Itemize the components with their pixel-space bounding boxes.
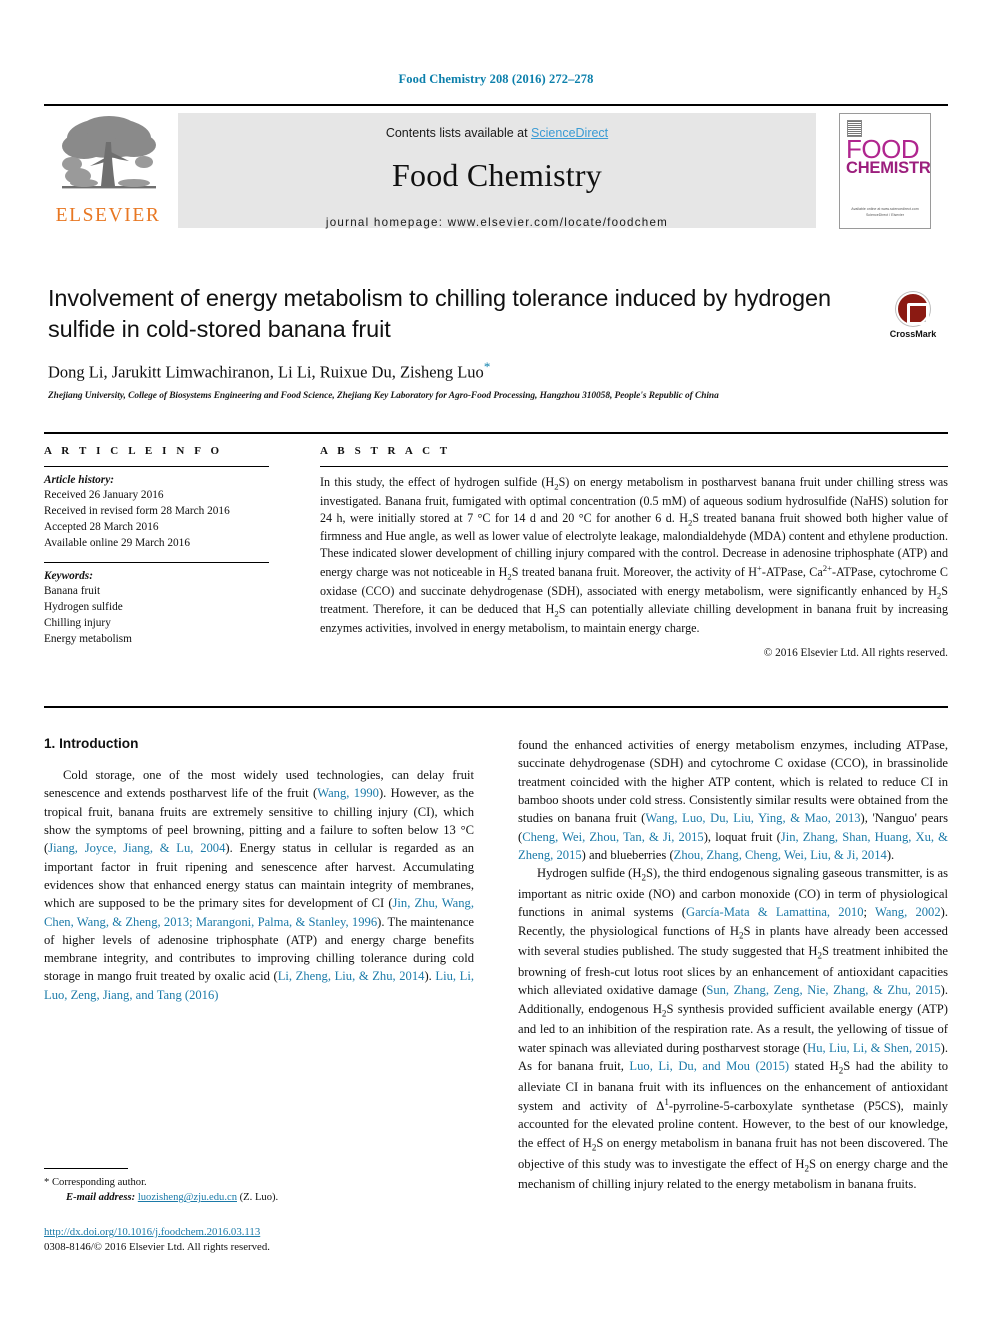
contents-prefix: Contents lists available at	[385, 126, 532, 140]
cover-footer-text: Available online at www.sciencedirect.co…	[851, 207, 919, 217]
body-column-right: found the enhanced activities of energy …	[518, 736, 948, 1194]
intro-paragraph-2: Hydrogen sulfide (H2S), the third endoge…	[518, 866, 949, 1192]
contents-list-line: Contents lists available at ScienceDirec…	[386, 126, 608, 140]
divider	[44, 562, 269, 564]
corresponding-author-note: * Corresponding author.	[44, 1175, 474, 1190]
keyword-item: Chilling injury	[44, 617, 111, 630]
corresponding-author-text: Corresponding author.	[51, 1177, 147, 1188]
elsevier-logo: ELSEVIER	[44, 106, 172, 236]
article-info-column: A R T I C L E I N F O Article history: R…	[44, 445, 287, 659]
keyword-item: Energy metabolism	[44, 633, 132, 646]
email-suffix: (Z. Luo).	[239, 1192, 279, 1204]
affiliation: Zhejiang University, College of Biosyste…	[48, 390, 719, 401]
email-note: E-mail address: luozisheng@zju.edu.cn (Z…	[44, 1190, 474, 1205]
elsevier-tree-logo-icon	[54, 112, 162, 204]
abstract-heading: A B S T R A C T	[320, 445, 451, 457]
abstract-column: A B S T R A C T In this study, the effec…	[287, 445, 948, 659]
masthead-center-panel: Contents lists available at ScienceDirec…	[178, 113, 816, 229]
cover-inner: FOOD CHEMISTRY Available online at www.s…	[839, 113, 931, 229]
keyword-item: Banana fruit	[44, 585, 101, 598]
corresponding-author-marker[interactable]: *	[484, 359, 491, 374]
article-history-item: Received in revised form 28 March 2016	[44, 505, 230, 518]
body-columns: 1. Introduction Cold storage, one of the…	[44, 736, 948, 1194]
crossmark-label: CrossMark	[889, 329, 937, 339]
doi-block: http://dx.doi.org/10.1016/j.foodchem.201…	[44, 1222, 474, 1255]
email-link[interactable]: luozisheng@zju.edu.cn	[138, 1192, 237, 1203]
keywords-label: Keywords:	[44, 570, 93, 583]
page-title: Involvement of energy metabolism to chil…	[48, 285, 831, 343]
keyword-item: Hydrogen sulfide	[44, 601, 123, 614]
journal-cover-thumbnail[interactable]: FOOD CHEMISTRY Available online at www.s…	[822, 106, 948, 236]
intro-paragraph-1-continued: found the enhanced activities of energy …	[518, 738, 948, 862]
info-abstract-section: A R T I C L E I N F O Article history: R…	[44, 432, 948, 659]
footnote-block: * Corresponding author. E-mail address: …	[44, 1168, 474, 1206]
article-info-heading: A R T I C L E I N F O	[44, 445, 223, 457]
footnote-marker: *	[44, 1177, 50, 1188]
article-history-label: Article history:	[44, 474, 114, 486]
elsevier-wordmark: ELSEVIER	[55, 205, 161, 226]
sciencedirect-link[interactable]: ScienceDirect	[531, 126, 608, 140]
author-names: Dong Li, Jarukitt Limwachiranon, Li Li, …	[48, 362, 484, 382]
article-history-item: Received 26 January 2016	[44, 489, 164, 501]
article-history-item: Available online 29 March 2016	[44, 537, 190, 550]
body-column-left: 1. Introduction Cold storage, one of the…	[44, 736, 474, 1194]
crossmark-badge[interactable]: CrossMark	[877, 292, 949, 339]
journal-masthead: ELSEVIER Contents lists available at Sci…	[44, 104, 948, 236]
running-head: Food Chemistry 208 (2016) 272–278	[398, 72, 594, 86]
footnote-divider	[44, 1168, 128, 1169]
divider	[320, 466, 948, 467]
divider	[44, 706, 948, 708]
crossmark-badge-icon	[896, 292, 930, 326]
journal-title: Food Chemistry	[392, 157, 602, 193]
author-list: Dong Li, Jarukitt Limwachiranon, Li Li, …	[48, 359, 838, 383]
cover-title-line2: CHEMISTRY	[846, 159, 930, 177]
abstract-text: In this study, the effect of hydrogen su…	[320, 475, 948, 635]
copyright-line: © 2016 Elsevier Ltd. All rights reserved…	[763, 646, 948, 659]
journal-homepage-link[interactable]: journal homepage: www.elsevier.com/locat…	[326, 216, 668, 229]
issn-copyright-line: 0308-8146/© 2016 Elsevier Ltd. All right…	[44, 1240, 474, 1255]
journal-article-page: Food Chemistry 208 (2016) 272–278 ELSEVI…	[0, 0, 992, 1323]
title-block: Involvement of energy metabolism to chil…	[48, 283, 838, 401]
article-history-item: Accepted 28 March 2016	[44, 521, 159, 534]
intro-paragraph-1: Cold storage, one of the most widely use…	[44, 768, 475, 1002]
divider	[44, 466, 269, 467]
section-heading-introduction: 1. Introduction	[44, 736, 139, 751]
issn-rest: © 2016 Elsevier Ltd. All rights reserved…	[93, 1241, 270, 1254]
issn-prefix: 0308-8146/	[44, 1241, 94, 1254]
email-label: E-mail address:	[66, 1192, 136, 1204]
doi-link[interactable]: http://dx.doi.org/10.1016/j.foodchem.201…	[44, 1226, 260, 1238]
